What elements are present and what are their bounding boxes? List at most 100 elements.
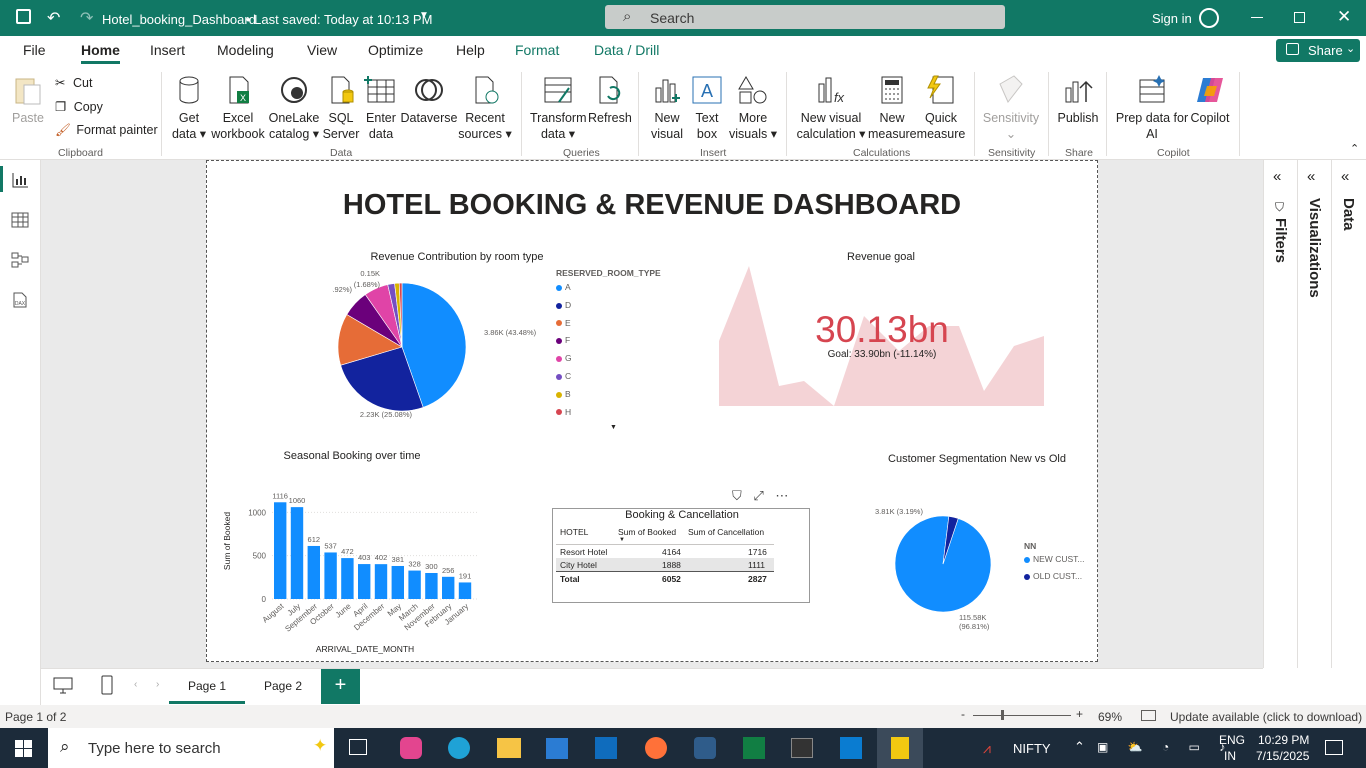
prev-page-icon[interactable]: ‹ xyxy=(134,679,137,690)
expand-data-icon[interactable]: « xyxy=(1341,168,1349,185)
bar-may[interactable] xyxy=(391,565,404,599)
enter-data-button[interactable]: Enter data xyxy=(362,74,400,142)
next-page-icon[interactable]: › xyxy=(156,679,159,690)
close-icon[interactable]: ✕ xyxy=(1337,7,1351,27)
customer-segment-pie-chart[interactable]: 3.81K (3.19%) 115.58K(96.81%) xyxy=(867,496,1007,631)
menu-insert[interactable]: Insert xyxy=(150,42,185,58)
desktop-layout-icon[interactable] xyxy=(53,677,73,694)
copy-button[interactable]: ❐ Copy xyxy=(55,99,103,114)
room-type-pie-chart[interactable]: 3.86K (43.48%)2.23K (25.08%)1.13K (12.73… xyxy=(332,265,552,430)
file-name[interactable]: Hotel_booking_Dashboard xyxy=(102,12,256,27)
prep-data-for-ai-button[interactable]: Prep data for AI xyxy=(1114,74,1190,142)
visualizations-pane[interactable]: « Visualizations xyxy=(1297,160,1331,668)
taskbar-search-box[interactable]: ⌕ Type here to search ✦ xyxy=(48,728,334,768)
menu-help[interactable]: Help xyxy=(456,42,485,58)
save-icon[interactable] xyxy=(16,9,31,24)
bar-august[interactable] xyxy=(274,502,287,599)
copilot-taskbar-icon[interactable] xyxy=(400,737,422,759)
cut-button[interactable]: ✂ Cut xyxy=(55,75,92,90)
redo-icon[interactable]: ↷ xyxy=(80,8,93,28)
zoom-level[interactable]: 69% xyxy=(1098,710,1122,724)
bar-march[interactable] xyxy=(408,570,421,599)
zoom-in-icon[interactable]: + xyxy=(1076,707,1083,721)
sql-server-button[interactable]: SQL Server xyxy=(322,74,360,142)
bar-july[interactable] xyxy=(290,507,304,599)
page-tab-2[interactable]: Page 2 xyxy=(245,669,321,704)
report-view-icon[interactable] xyxy=(11,172,29,188)
fit-to-page-icon[interactable] xyxy=(1141,710,1156,721)
edge-icon[interactable] xyxy=(448,737,470,759)
excel-taskbar-icon[interactable] xyxy=(743,737,765,759)
quick-measure-button[interactable]: Quick measure xyxy=(916,74,966,142)
filters-pane[interactable]: « ⛉ Filters xyxy=(1263,160,1297,668)
data-pane[interactable]: « Data xyxy=(1331,160,1365,668)
minimize-icon[interactable] xyxy=(1251,17,1263,18)
table-header-booked[interactable]: Sum of Booked xyxy=(618,527,676,537)
legend-item[interactable]: C xyxy=(556,371,572,389)
menu-format[interactable]: Format xyxy=(515,42,559,58)
bar-april[interactable] xyxy=(358,564,371,599)
table-header-hotel[interactable]: HOTEL xyxy=(560,527,588,537)
share-button[interactable]: Share ⌄ xyxy=(1276,39,1360,62)
bar-september[interactable] xyxy=(307,545,320,599)
menu-optimize[interactable]: Optimize xyxy=(368,42,423,58)
legend-item[interactable]: E xyxy=(556,318,572,336)
update-notice[interactable]: Update available (click to download) xyxy=(1170,710,1362,724)
segment-legend-item[interactable]: OLD CUST... xyxy=(1024,571,1084,588)
expand-filters-icon[interactable]: « xyxy=(1273,168,1281,185)
sensitivity-button[interactable]: Sensitivity ⌄ xyxy=(982,74,1040,142)
format-painter-button[interactable]: 🖌 Format painter xyxy=(55,123,158,138)
outlook-icon[interactable] xyxy=(595,737,617,759)
bar-december[interactable] xyxy=(374,564,388,599)
search-box[interactable]: ⌕ Search xyxy=(605,5,1005,29)
table-header-cancellation[interactable]: Sum of Cancellation xyxy=(688,527,764,537)
more-options-icon[interactable]: ⋯ xyxy=(775,488,788,503)
tray-icons[interactable]: ▣ ⛅ ◔ ▭ ♪ xyxy=(1097,740,1233,754)
recent-sources-button[interactable]: Recent sources ▾ xyxy=(458,74,512,142)
legend-item[interactable]: B xyxy=(556,389,572,407)
get-data-button[interactable]: Get data ▾ xyxy=(170,74,208,142)
zoom-slider-thumb[interactable] xyxy=(1001,710,1004,720)
zoom-slider[interactable] xyxy=(973,715,1071,716)
sign-in-link[interactable]: Sign in xyxy=(1152,11,1192,26)
bar-october[interactable] xyxy=(324,552,337,599)
menu-data-drill[interactable]: Data / Drill xyxy=(594,42,659,58)
new-measure-button[interactable]: New measure xyxy=(868,74,917,142)
mobile-layout-icon[interactable] xyxy=(101,675,113,695)
legend-item[interactable]: A xyxy=(556,282,572,300)
copilot-button[interactable]: Copilot xyxy=(1188,74,1232,126)
segment-legend-item[interactable]: NEW CUST... xyxy=(1024,554,1084,571)
legend-scroll-down-icon[interactable]: ▼ xyxy=(610,424,617,431)
bar-february[interactable] xyxy=(442,576,455,599)
legend-item[interactable]: F xyxy=(556,335,572,353)
page-tab-1[interactable]: Page 1 xyxy=(169,669,245,704)
clock-date[interactable]: 7/15/2025 xyxy=(1256,749,1309,763)
nifty-label[interactable]: NIFTY xyxy=(1013,741,1051,756)
chevron-up-icon[interactable]: ⌃ xyxy=(1074,739,1085,755)
account-icon[interactable] xyxy=(1199,8,1219,28)
clock-time[interactable]: 10:29 PM xyxy=(1258,733,1309,747)
maximize-icon[interactable] xyxy=(1294,12,1305,23)
publish-button[interactable]: Publish xyxy=(1056,74,1100,126)
filter-icon[interactable]: ⛉ xyxy=(732,488,742,503)
dataverse-button[interactable]: Dataverse xyxy=(400,74,458,126)
remote-icon[interactable] xyxy=(694,737,716,759)
store-icon[interactable] xyxy=(546,738,568,759)
dax-query-view-icon[interactable]: DAX xyxy=(11,292,29,308)
refresh-button[interactable]: Refresh xyxy=(588,74,632,126)
firefox-icon[interactable] xyxy=(645,737,667,759)
model-view-icon[interactable] xyxy=(11,252,29,268)
menu-file[interactable]: File xyxy=(23,42,46,58)
bar-january[interactable] xyxy=(458,582,472,599)
zoom-out-icon[interactable]: - xyxy=(961,707,965,721)
file-explorer-icon[interactable] xyxy=(497,738,521,758)
new-visual-calculation-button[interactable]: fx New visual calculation ▾ xyxy=(794,74,868,142)
legend-item[interactable]: D xyxy=(556,300,572,318)
collapse-ribbon-icon[interactable]: ⌃ xyxy=(1350,142,1359,155)
expand-visualizations-icon[interactable]: « xyxy=(1307,168,1315,185)
add-page-button[interactable]: + xyxy=(321,669,360,704)
transform-data-button[interactable]: Transform data ▾ xyxy=(530,74,587,142)
vscode-icon[interactable] xyxy=(840,737,862,759)
notifications-icon[interactable] xyxy=(1325,740,1343,755)
legend-item[interactable]: H xyxy=(556,407,572,425)
